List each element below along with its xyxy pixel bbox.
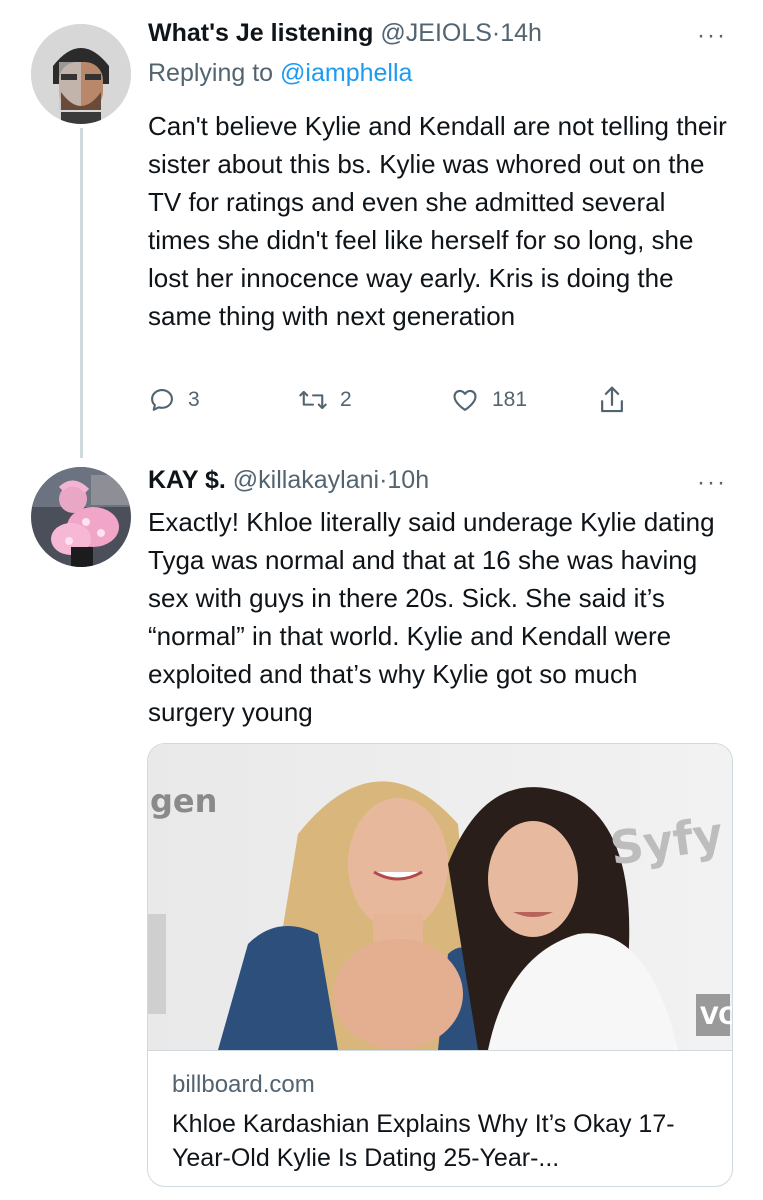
replying-to-label: Replying to: [148, 59, 281, 87]
timestamp[interactable]: 10h: [387, 466, 429, 494]
reply-to-handle[interactable]: @iamphella: [280, 59, 412, 87]
share-icon: [601, 386, 623, 413]
backdrop-text: gen: [150, 782, 218, 820]
tweet-text: Can't believe Kylie and Kendall are not …: [148, 111, 727, 331]
like-count: 181: [492, 388, 528, 411]
thread-line: [80, 128, 83, 458]
link-card-meta: billboard.com Khloe Kardashian Explains …: [148, 1050, 732, 1186]
timestamp[interactable]: 14h: [500, 19, 542, 47]
avatar-image: [31, 24, 131, 124]
replying-to: Replying to @iamphella: [148, 59, 412, 88]
retweet-count: 2: [340, 388, 352, 411]
link-card[interactable]: gen Syfy VO billboard.com Khloe Kardashi…: [147, 743, 733, 1187]
retweet-button[interactable]: 2: [298, 386, 352, 414]
link-card-image: gen Syfy VO: [148, 744, 732, 1050]
separator: ·: [491, 19, 501, 47]
avatar[interactable]: [31, 24, 131, 124]
reply-count: 3: [188, 388, 200, 411]
handle[interactable]: @JEIOLS: [380, 19, 492, 47]
reply-button[interactable]: 3: [148, 386, 200, 414]
backdrop-text: VO: [700, 1002, 732, 1030]
more-icon[interactable]: ···: [697, 469, 727, 497]
like-button[interactable]: 181: [450, 386, 527, 414]
avatar[interactable]: [31, 467, 131, 567]
display-name[interactable]: What's Je listening: [148, 19, 373, 47]
like-icon: [453, 389, 477, 411]
link-domain: billboard.com: [172, 1071, 315, 1098]
share-button[interactable]: [597, 384, 639, 416]
avatar-image: [31, 467, 131, 567]
reply-icon: [151, 389, 173, 411]
tweet-text: Exactly! Khloe literally said underage K…: [148, 507, 715, 727]
retweet-icon: [299, 390, 327, 410]
more-icon[interactable]: ···: [697, 22, 727, 50]
handle[interactable]: @killakaylani: [233, 466, 379, 494]
card-photo: [148, 744, 732, 1050]
display-name[interactable]: KAY $.: [148, 466, 226, 494]
link-title[interactable]: Khloe Kardashian Explains Why It’s Okay …: [172, 1107, 712, 1175]
